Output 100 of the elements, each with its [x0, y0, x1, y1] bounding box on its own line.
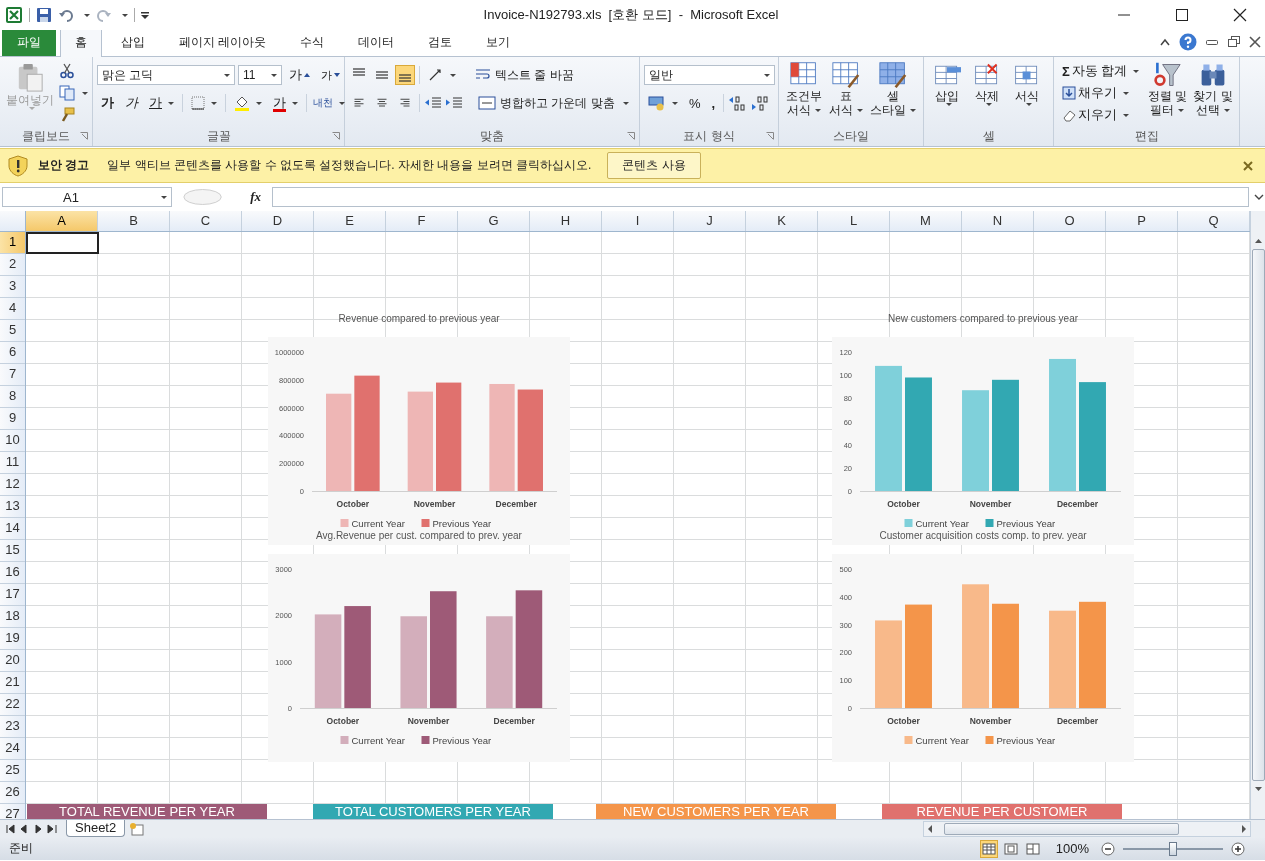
cells-button[interactable]: 서식 [1008, 59, 1046, 108]
number-format-field[interactable]: 일반 [644, 65, 775, 85]
caret-icon[interactable] [82, 91, 88, 95]
row-header[interactable]: 6 [0, 342, 25, 364]
percent-button[interactable]: % [685, 93, 705, 113]
scissors-icon[interactable] [59, 63, 75, 79]
save-icon[interactable] [36, 7, 52, 23]
ribbon-tab[interactable]: 검토 [413, 29, 468, 56]
row-header[interactable]: 4 [0, 298, 25, 320]
row-header[interactable]: 25 [0, 760, 25, 782]
wrap-text-button[interactable]: 텍스트 줄 바꿈 [471, 65, 578, 85]
zoom-in-icon[interactable] [1231, 841, 1245, 856]
column-header[interactable]: L [818, 211, 890, 231]
maximize-icon[interactable] [1175, 8, 1189, 22]
column-header[interactable]: I [602, 211, 674, 231]
zoom-slider-thumb[interactable] [1169, 841, 1177, 856]
style-button[interactable]: 셀 스타일 [867, 59, 919, 119]
ribbon-tab[interactable]: 홈 [60, 29, 102, 57]
cells-button[interactable]: 삭제 [968, 59, 1006, 108]
increase-indent-icon[interactable] [445, 95, 463, 111]
sort-filter-button[interactable]: 정렬 및 필터 [1145, 59, 1190, 119]
row-header[interactable]: 7 [0, 364, 25, 386]
underline-button[interactable]: 가 [145, 93, 178, 113]
row-header[interactable]: 9 [0, 408, 25, 430]
column-header[interactable]: M [890, 211, 962, 231]
enable-content-button[interactable]: 콘텐츠 사용 [607, 152, 701, 179]
font-size-field[interactable]: 11 [238, 65, 282, 85]
column-header[interactable]: C [170, 211, 242, 231]
ribbon-tab[interactable]: 삽입 [106, 29, 160, 56]
style-button[interactable]: 조건부 서식 [783, 59, 825, 119]
dialog-launcher-icon[interactable] [627, 132, 635, 140]
selected-cell[interactable] [26, 232, 99, 254]
font-name-field[interactable]: 맑은 고딕 [97, 65, 235, 85]
undo-icon[interactable] [58, 7, 74, 23]
fill-button[interactable]: 채우기 [1058, 83, 1133, 103]
bold-button[interactable]: 가 [97, 93, 118, 113]
ribbon-tab[interactable]: 수식 [285, 29, 340, 56]
column-header[interactable]: K [746, 211, 818, 231]
name-box[interactable]: A1 [2, 187, 172, 207]
row-header[interactable]: 26 [0, 782, 25, 804]
column-header[interactable]: G [458, 211, 530, 231]
decrease-indent-icon[interactable] [424, 95, 442, 111]
row-header[interactable]: 5 [0, 320, 25, 342]
collapse-ribbon-icon[interactable] [1159, 37, 1171, 47]
copy-icon[interactable] [59, 85, 75, 101]
row-header[interactable]: 20 [0, 650, 25, 672]
dialog-launcher-icon[interactable] [80, 132, 88, 140]
column-header[interactable]: F [386, 211, 458, 231]
paintbrush-icon[interactable] [59, 107, 75, 123]
column-header[interactable]: N [962, 211, 1034, 231]
excel-logo-icon[interactable] [5, 6, 23, 24]
shrink-font-button[interactable]: 가 [317, 65, 344, 85]
dialog-launcher-icon[interactable] [332, 132, 340, 140]
ribbon-tab[interactable]: 파일 [2, 28, 56, 56]
font-color-button[interactable]: 가 [269, 93, 302, 113]
ribbon-tab[interactable]: 데이터 [343, 29, 410, 56]
column-header[interactable]: H [530, 211, 602, 231]
sheet-tab[interactable]: Sheet2 [66, 820, 126, 837]
row-header[interactable]: 17 [0, 584, 25, 606]
row-header[interactable]: 2 [0, 254, 25, 276]
caret-icon[interactable] [84, 13, 90, 17]
autosum-button[interactable]: Σ 자동 합계 [1058, 61, 1144, 81]
italic-button[interactable]: 가 [121, 93, 142, 113]
row-header[interactable]: 1 [0, 232, 25, 254]
minimize-icon[interactable] [1205, 37, 1219, 47]
zoom-out-icon[interactable] [1101, 841, 1115, 856]
row-header[interactable]: 15 [0, 540, 25, 562]
column-header[interactable]: J [674, 211, 746, 231]
row-header[interactable]: 3 [0, 276, 25, 298]
column-header[interactable]: P [1106, 211, 1178, 231]
row-header[interactable]: 16 [0, 562, 25, 584]
row-header[interactable]: 21 [0, 672, 25, 694]
column-header[interactable]: B [98, 211, 170, 231]
style-button[interactable]: 표 서식 [826, 59, 866, 119]
comma-button[interactable]: , [707, 93, 720, 113]
zoom-level[interactable]: 100% [1055, 841, 1089, 856]
row-header[interactable]: 18 [0, 606, 25, 628]
column-header[interactable]: D [242, 211, 314, 231]
column-header[interactable]: E [314, 211, 386, 231]
close-icon[interactable] [1233, 8, 1247, 22]
row-header[interactable]: 13 [0, 496, 25, 518]
ribbon-tab[interactable]: 페이지 레이아웃 [164, 29, 282, 56]
column-header[interactable]: A [26, 211, 98, 231]
row-header[interactable]: 19 [0, 628, 25, 650]
close-icon[interactable] [1249, 36, 1261, 48]
row-header[interactable]: 14 [0, 518, 25, 540]
row-header[interactable]: 23 [0, 716, 25, 738]
row-header[interactable]: 11 [0, 452, 25, 474]
customize-icon[interactable] [141, 10, 149, 20]
row-header[interactable]: 10 [0, 430, 25, 452]
formula-input[interactable] [272, 187, 1249, 207]
vertical-align-button[interactable] [395, 65, 415, 85]
view-button[interactable] [979, 839, 998, 858]
vertical-scrollbar[interactable] [1250, 211, 1265, 819]
grow-font-button[interactable]: 가 [285, 65, 314, 85]
row-header[interactable]: 22 [0, 694, 25, 716]
ribbon-tab[interactable]: 보기 [471, 29, 526, 56]
help-icon[interactable] [1179, 33, 1197, 51]
phonetic-button[interactable]: 내천 [311, 93, 347, 113]
dialog-launcher-icon[interactable] [766, 132, 774, 140]
